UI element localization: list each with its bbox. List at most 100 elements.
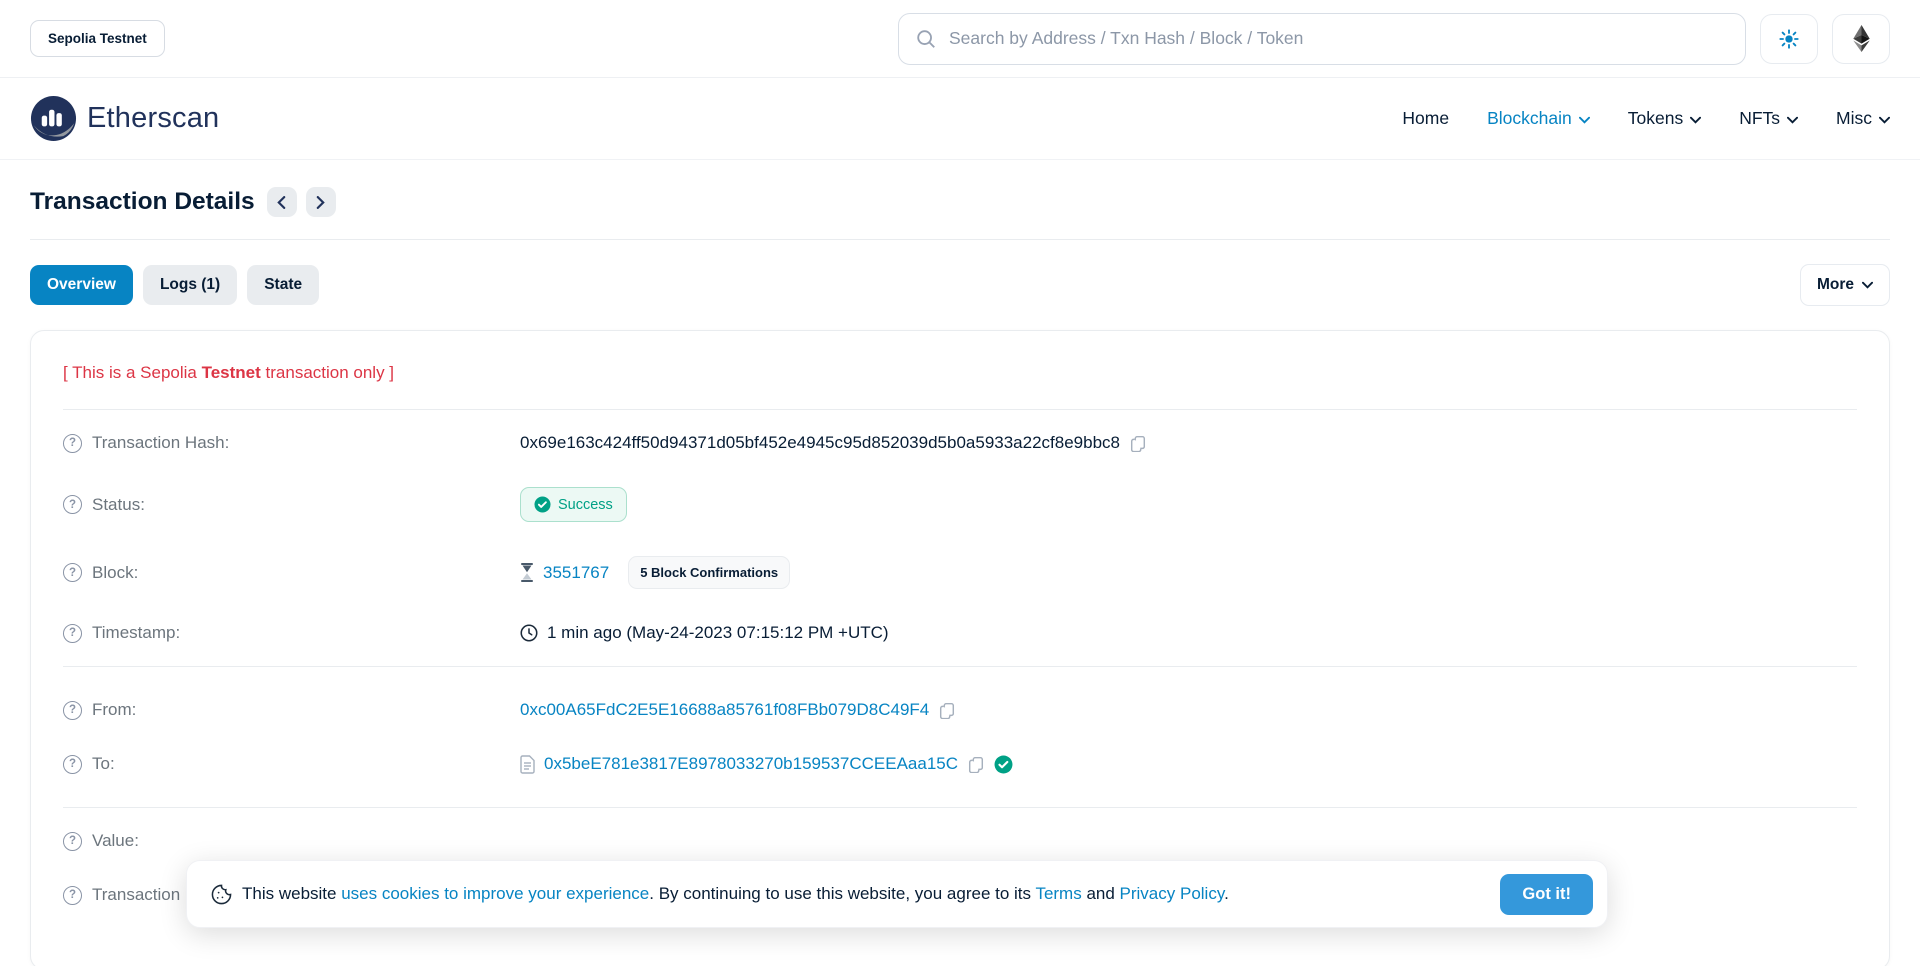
label-text: Block: <box>92 563 138 583</box>
chevron-down-icon <box>1862 281 1873 289</box>
ethereum-icon <box>1853 25 1870 52</box>
help-icon[interactable] <box>63 701 82 720</box>
row-group-main: Transaction Hash: 0x69e163c424ff50d94371… <box>63 410 1857 666</box>
clock-icon <box>520 624 538 642</box>
label-text: To: <box>92 754 115 774</box>
row-value: 1 min ago (May-24-2023 07:15:12 PM +UTC) <box>520 623 1857 643</box>
row-status: Status: Success <box>63 470 1857 539</box>
more-dropdown-button[interactable]: More <box>1800 264 1890 306</box>
page-title-section: Transaction Details <box>30 160 1890 240</box>
block-number-link[interactable]: 3551767 <box>543 563 609 583</box>
chevron-left-icon <box>277 196 286 209</box>
help-icon[interactable] <box>63 434 82 453</box>
chevron-down-icon <box>1879 116 1890 124</box>
nav-item-nfts[interactable]: NFTs <box>1739 108 1798 129</box>
row-value: 3551767 5 Block Confirmations <box>520 556 1857 589</box>
cookie-text-part: . <box>1224 884 1229 903</box>
theme-toggle-button[interactable] <box>1760 14 1818 64</box>
help-icon[interactable] <box>63 495 82 514</box>
chevron-right-icon <box>316 196 325 209</box>
copy-icon <box>938 701 956 719</box>
row-value: Success <box>520 487 1857 522</box>
chevron-down-icon <box>1690 116 1701 124</box>
hourglass-icon <box>520 563 534 582</box>
block-confirmations-badge: 5 Block Confirmations <box>628 556 790 589</box>
status-text: Success <box>558 497 613 513</box>
nav-item-tokens[interactable]: Tokens <box>1628 108 1701 129</box>
copy-to-address-button[interactable] <box>967 755 985 773</box>
main-nav: Home Blockchain Tokens NFTs Misc <box>1402 108 1890 129</box>
row-value: 0x69e163c424ff50d94371d05bf452e4945c95d8… <box>520 433 1857 453</box>
nav-item-misc[interactable]: Misc <box>1836 108 1890 129</box>
help-icon[interactable] <box>63 832 82 851</box>
more-label: More <box>1817 276 1854 294</box>
previous-transaction-button[interactable] <box>267 187 297 217</box>
nav-item-home[interactable]: Home <box>1402 108 1449 129</box>
verified-check-circle-icon <box>994 755 1013 774</box>
timestamp-value: 1 min ago (May-24-2023 07:15:12 PM +UTC) <box>547 623 889 643</box>
network-selector-button[interactable]: Sepolia Testnet <box>30 20 165 57</box>
row-block: Block: 3551767 5 Block Confirmations <box>63 539 1857 606</box>
row-timestamp: Timestamp: 1 min ago (May-24-2023 07:15:… <box>63 606 1857 660</box>
label-text: Status: <box>92 495 145 515</box>
testnet-notice: [ This is a Sepolia Testnet transaction … <box>63 357 1857 409</box>
nav-item-blockchain[interactable]: Blockchain <box>1487 108 1590 129</box>
terms-link[interactable]: Terms <box>1035 884 1081 903</box>
next-transaction-button[interactable] <box>306 187 336 217</box>
row-label: Timestamp: <box>63 623 520 643</box>
row-from: From: 0xc00A65FdC2E5E16688a85761f08FBb07… <box>63 683 1857 737</box>
from-address-link[interactable]: 0xc00A65FdC2E5E16688a85761f08FBb079D8C49… <box>520 700 929 720</box>
row-transaction-hash: Transaction Hash: 0x69e163c424ff50d94371… <box>63 416 1857 470</box>
cookie-text: This website uses cookies to improve you… <box>242 884 1229 904</box>
page-title: Transaction Details <box>30 188 255 216</box>
sun-icon <box>1778 28 1800 50</box>
help-icon[interactable] <box>63 755 82 774</box>
cookie-consent-banner: This website uses cookies to improve you… <box>186 860 1608 928</box>
nav-label: NFTs <box>1739 108 1780 129</box>
row-label: Value: <box>63 831 520 851</box>
search-box[interactable] <box>898 13 1746 65</box>
label-text: From: <box>92 700 136 720</box>
help-icon[interactable] <box>63 624 82 643</box>
privacy-policy-link[interactable]: Privacy Policy <box>1120 884 1225 903</box>
tab-overview[interactable]: Overview <box>30 265 133 305</box>
chevron-down-icon <box>1579 116 1590 124</box>
to-address-link[interactable]: 0x5beE781e3817E8978033270b159537CCEEAaa1… <box>544 754 958 774</box>
notice-text: transaction only ] <box>261 363 394 382</box>
etherscan-logo-icon <box>30 95 77 142</box>
topbar-right <box>898 13 1890 65</box>
tab-state[interactable]: State <box>247 265 319 305</box>
chevron-down-icon <box>1787 116 1798 124</box>
label-text: Transaction Hash: <box>92 433 229 453</box>
site-header: Etherscan Home Blockchain Tokens NFTs Mi… <box>0 78 1920 160</box>
ethereum-network-button[interactable] <box>1832 14 1890 64</box>
row-value: 0x5beE781e3817E8978033270b159537CCEEAaa1… <box>520 754 1857 774</box>
copy-icon <box>967 755 985 773</box>
help-icon[interactable] <box>63 563 82 582</box>
label-text: Value: <box>92 831 139 851</box>
copy-icon <box>1129 434 1147 452</box>
cookie-text-part: This website <box>242 884 341 903</box>
brand-name: Etherscan <box>87 102 219 135</box>
row-value: 0xc00A65FdC2E5E16688a85761f08FBb079D8C49… <box>520 700 1857 720</box>
row-label: Transaction Hash: <box>63 433 520 453</box>
nav-label: Home <box>1402 108 1449 129</box>
tabs-row: Overview Logs (1) State More <box>30 264 1890 306</box>
status-badge: Success <box>520 487 627 522</box>
label-text: Timestamp: <box>92 623 180 643</box>
tab-logs[interactable]: Logs (1) <box>143 265 237 305</box>
cookie-icon <box>211 884 232 905</box>
divider <box>63 666 1857 667</box>
brand-logo[interactable]: Etherscan <box>30 95 219 142</box>
transaction-hash-value: 0x69e163c424ff50d94371d05bf452e4945c95d8… <box>520 433 1120 453</box>
cookie-policy-link[interactable]: uses cookies to improve your experience <box>341 884 649 903</box>
row-label: Status: <box>63 495 520 515</box>
topbar: Sepolia Testnet <box>0 0 1920 78</box>
help-icon[interactable] <box>63 886 82 905</box>
copy-from-address-button[interactable] <box>938 701 956 719</box>
cookie-accept-button[interactable]: Got it! <box>1500 874 1593 915</box>
copy-hash-button[interactable] <box>1129 434 1147 452</box>
cookie-text-part: . By continuing to use this website, you… <box>649 884 1035 903</box>
search-input[interactable] <box>949 28 1729 49</box>
contract-document-icon <box>520 755 535 774</box>
